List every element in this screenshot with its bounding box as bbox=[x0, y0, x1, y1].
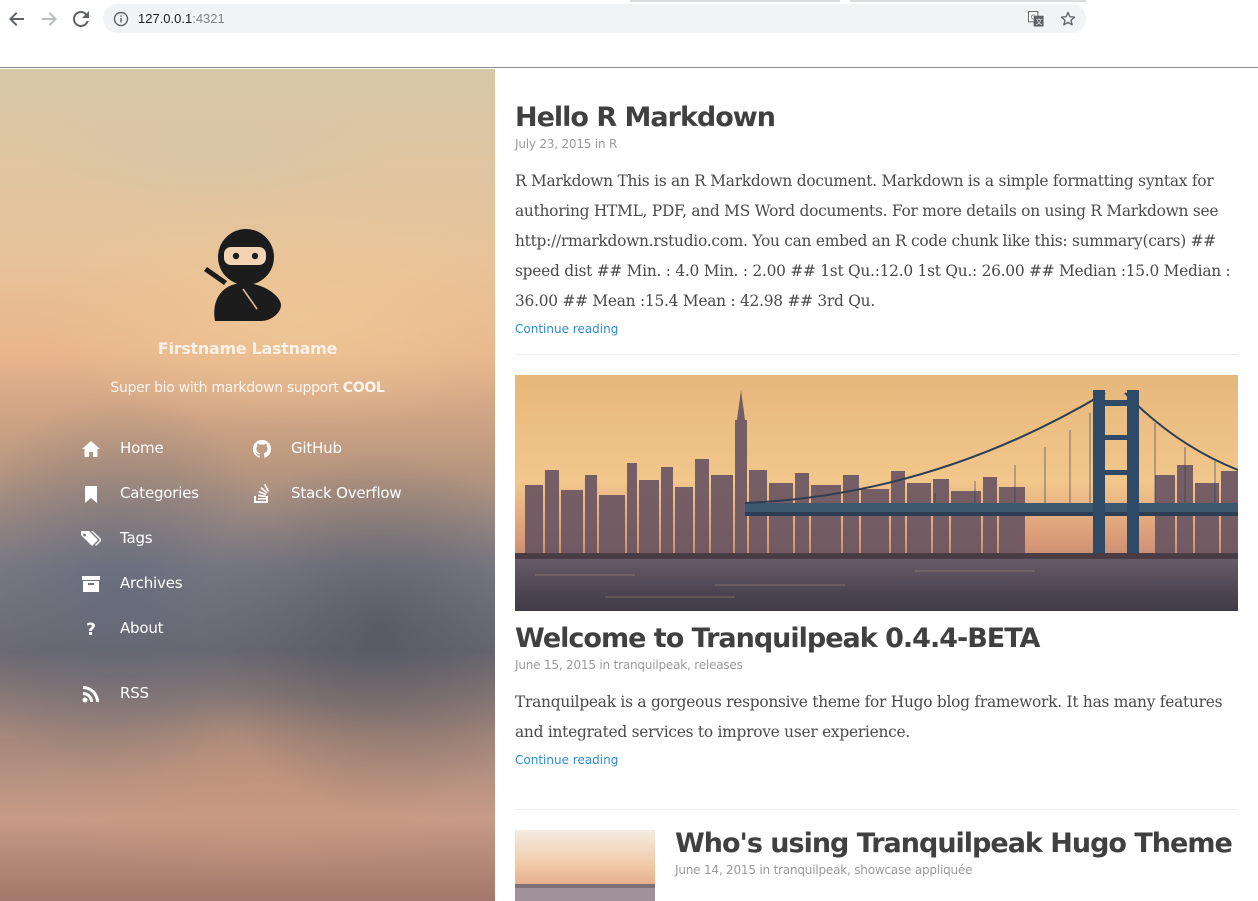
post-item: Hello R Markdown July 23, 2015 in R R Ma… bbox=[515, 102, 1238, 338]
post-meta-in: in bbox=[599, 658, 610, 672]
tags-icon bbox=[80, 528, 102, 550]
post-excerpt: R Markdown This is an R Markdown documen… bbox=[515, 172, 1231, 310]
tab-strip-edge bbox=[630, 0, 840, 2]
question-icon: ? bbox=[80, 618, 102, 640]
post-divider bbox=[515, 354, 1238, 355]
sidebar-item-stackoverflow[interactable]: Stack Overflow bbox=[251, 481, 402, 507]
tab-strip-edge bbox=[850, 0, 1086, 2]
post-category-link[interactable]: R bbox=[609, 137, 617, 151]
post-date: June 15, 2015 bbox=[515, 658, 596, 672]
sidebar-item-label: About bbox=[120, 619, 164, 637]
address-bar[interactable]: 127.0.0.1:4321 G文 bbox=[103, 4, 1086, 33]
post-list: Hello R Markdown July 23, 2015 in R R Ma… bbox=[495, 69, 1258, 901]
post-thumbnail-image[interactable] bbox=[515, 830, 655, 901]
post-divider bbox=[515, 809, 1238, 810]
post-title[interactable]: Who's using Tranquilpeak Hugo Theme bbox=[675, 828, 1238, 859]
sidebar-item-label: Tags bbox=[120, 529, 153, 547]
sidebar-item-label: RSS bbox=[120, 684, 149, 702]
sidebar-item-categories[interactable]: Categories bbox=[80, 481, 199, 507]
sidebar-item-label: Home bbox=[120, 439, 164, 457]
author-name[interactable]: Firstname Lastname bbox=[0, 339, 495, 358]
sidebar-item-archives[interactable]: Archives bbox=[80, 571, 183, 597]
reload-icon[interactable] bbox=[70, 8, 92, 30]
post-meta-in: in bbox=[594, 137, 606, 151]
sidebar-item-about[interactable]: ? About bbox=[80, 616, 163, 642]
post-item: Welcome to Tranquilpeak 0.4.4-BETA June … bbox=[515, 623, 1238, 769]
bookmark-icon bbox=[80, 483, 102, 505]
sidebar-item-tags[interactable]: Tags bbox=[80, 526, 153, 552]
url-text: 127.0.0.1:4321 bbox=[138, 11, 225, 26]
post-meta: June 14, 2015 in tranquilpeak, showcase … bbox=[675, 863, 1238, 877]
post-meta-in: in bbox=[759, 863, 770, 877]
sidebar-item-rss[interactable]: RSS bbox=[80, 681, 149, 707]
sidebar-item-label: GitHub bbox=[291, 439, 342, 457]
author-bio: Super bio with markdown support COOL bbox=[110, 380, 385, 396]
back-icon[interactable] bbox=[6, 8, 28, 30]
post-meta: June 15, 2015 in tranquilpeak, releases bbox=[515, 658, 1238, 672]
sidebar-item-label: Stack Overflow bbox=[291, 484, 402, 502]
github-icon bbox=[251, 438, 273, 460]
post-cover-image[interactable] bbox=[515, 375, 1238, 611]
sidebar-item-home[interactable]: Home bbox=[80, 436, 164, 462]
archive-icon bbox=[80, 573, 102, 595]
post-meta: July 23, 2015 in R bbox=[515, 137, 1238, 151]
post-date: June 14, 2015 bbox=[675, 863, 756, 877]
browser-toolbar: 127.0.0.1:4321 G文 bbox=[0, 0, 1258, 68]
svg-text:?: ? bbox=[86, 620, 96, 639]
svg-text:文: 文 bbox=[1035, 17, 1042, 26]
home-icon bbox=[80, 438, 102, 460]
post-excerpt: Tranquilpeak is a gorgeous responsive th… bbox=[515, 693, 1223, 741]
sidebar: Firstname Lastname Super bio with markdo… bbox=[0, 69, 495, 901]
translate-icon[interactable]: G文 bbox=[1027, 10, 1044, 27]
post-date: July 23, 2015 bbox=[515, 137, 592, 151]
sidebar-item-label: Archives bbox=[120, 574, 183, 592]
star-icon[interactable] bbox=[1059, 10, 1076, 27]
info-icon[interactable] bbox=[113, 11, 129, 27]
post-category-link[interactable]: tranquilpeak bbox=[774, 863, 848, 877]
stackoverflow-icon bbox=[251, 483, 273, 505]
sidebar-item-github[interactable]: GitHub bbox=[251, 436, 342, 462]
post-category-link[interactable]: tranquilpeak bbox=[614, 658, 688, 672]
continue-reading-link[interactable]: Continue reading bbox=[515, 322, 618, 336]
post-category-link[interactable]: releases bbox=[694, 658, 743, 672]
continue-reading-link[interactable]: Continue reading bbox=[515, 753, 618, 767]
forward-icon[interactable] bbox=[38, 8, 60, 30]
ninja-avatar-icon[interactable] bbox=[201, 227, 287, 321]
sidebar-item-label: Categories bbox=[120, 484, 199, 502]
post-item: Who's using Tranquilpeak Hugo Theme June… bbox=[675, 828, 1238, 877]
post-category-link[interactable]: showcase appliquée bbox=[854, 863, 972, 877]
post-title[interactable]: Hello R Markdown bbox=[515, 102, 1238, 133]
rss-icon bbox=[80, 683, 102, 705]
post-title[interactable]: Welcome to Tranquilpeak 0.4.4-BETA bbox=[515, 623, 1238, 654]
